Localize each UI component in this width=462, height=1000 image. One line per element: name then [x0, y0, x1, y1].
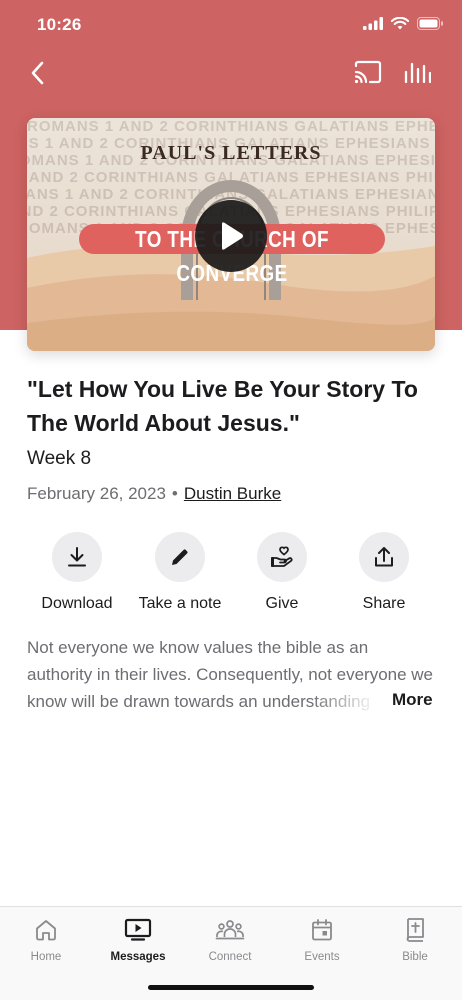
tab-bible[interactable]: Bible: [369, 915, 461, 963]
chevron-left-icon: [31, 61, 44, 85]
calendar-icon: [312, 919, 332, 941]
battery-icon: [417, 17, 443, 30]
tab-home-label: Home: [30, 951, 62, 963]
audio-button[interactable]: [403, 60, 435, 88]
status-time: 10:26: [37, 15, 82, 34]
home-indicator: [148, 985, 314, 990]
wifi-icon: [391, 17, 409, 30]
tab-messages[interactable]: Messages: [92, 915, 184, 963]
give-button[interactable]: Give: [227, 532, 337, 613]
give-heart-hand-icon: [271, 546, 293, 567]
play-icon: [222, 222, 243, 250]
back-button[interactable]: [22, 58, 52, 88]
download-button[interactable]: Download: [22, 532, 132, 613]
connect-icon: [215, 920, 245, 940]
take-note-label: Take a note: [138, 595, 222, 612]
pencil-icon: [172, 549, 188, 565]
tab-home[interactable]: Home: [0, 915, 92, 963]
share-icon: [375, 547, 393, 567]
sermon-title: "Let How You Live Be Your Story To The W…: [27, 376, 418, 436]
tab-events-label: Events: [304, 951, 340, 963]
description-fade: [310, 688, 390, 716]
meta-separator: •: [171, 484, 178, 503]
take-note-circle: [155, 532, 205, 582]
bible-icon: [406, 918, 424, 942]
sermon-date: February 26, 2023: [27, 484, 166, 503]
tab-messages-label: Messages: [110, 951, 166, 963]
status-bar: 10:26: [0, 0, 462, 50]
give-circle: [257, 532, 307, 582]
tab-events[interactable]: Events: [276, 915, 368, 963]
cast-icon: [354, 60, 382, 84]
play-button[interactable]: [195, 200, 267, 272]
share-label: Share: [362, 595, 406, 612]
video-player[interactable]: ROMANS 1 AND 2 CORINTHIANS GALATIANS EPH…: [27, 118, 435, 351]
take-note-button[interactable]: Take a note: [125, 532, 235, 613]
download-icon: [68, 547, 86, 567]
tab-bible-label: Bible: [402, 951, 428, 963]
speaker-link[interactable]: Dustin Burke: [184, 484, 281, 504]
more-button[interactable]: More: [390, 690, 433, 710]
messages-icon: [124, 918, 152, 941]
audio-waveform-icon: [404, 62, 432, 84]
status-icons: [363, 17, 444, 30]
give-label: Give: [265, 595, 299, 612]
tab-connect[interactable]: Connect: [184, 915, 276, 963]
sermon-meta: February 26, 2023 • Dustin Burke: [27, 484, 281, 504]
share-circle: [359, 532, 409, 582]
download-label: Download: [41, 595, 113, 612]
download-circle: [52, 532, 102, 582]
video-series-title: PAUL'S LETTERS: [140, 142, 322, 164]
series-week: Week 8: [27, 448, 92, 469]
cast-button[interactable]: [354, 60, 386, 88]
share-button[interactable]: Share: [329, 532, 439, 613]
action-row: Download Take a note Give Share: [0, 532, 462, 622]
home-icon: [36, 920, 56, 941]
cellular-signal-icon: [363, 17, 383, 30]
tab-connect-label: Connect: [208, 951, 252, 963]
